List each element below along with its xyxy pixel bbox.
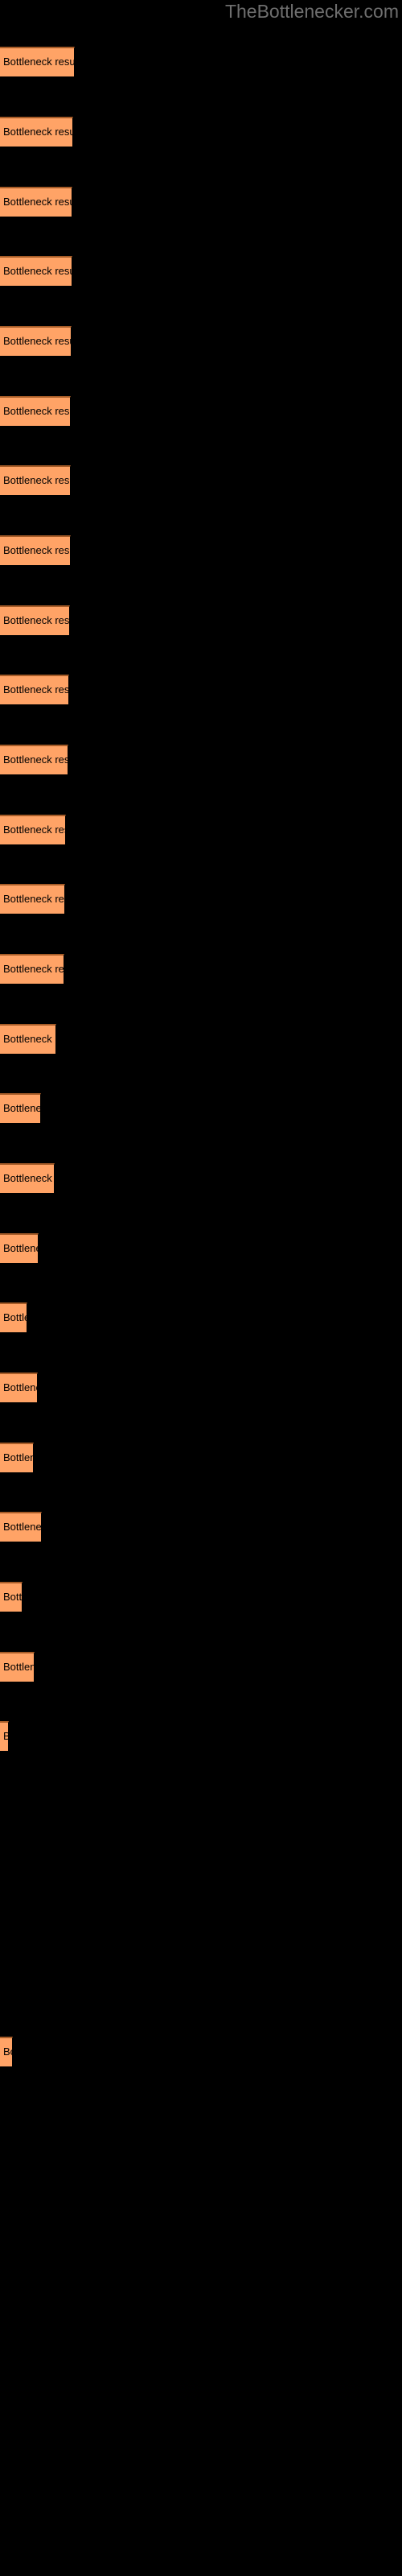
bar-row[interactable]: Bottleneck result	[0, 675, 69, 705]
bar-row[interactable]: Bottleneck result	[0, 1721, 9, 1752]
bar-label: Bottleneck result	[3, 684, 69, 696]
bar-row[interactable]: Bottleneck result	[0, 256, 72, 287]
bar-label: Bottleneck result	[3, 475, 71, 486]
bar-label-clip: Bottleneck result	[0, 465, 71, 496]
bar-label-clip: Bottleneck result	[0, 605, 70, 636]
bar-label-clip: Bottleneck result	[0, 2037, 13, 2067]
bar-label-clip: Bottleneck result	[0, 815, 66, 845]
bar-row[interactable]: Bottleneck result	[0, 1652, 35, 1682]
bar-label-clip: Bottleneck result	[0, 1721, 9, 1752]
bar-label-clip: Bottleneck result	[0, 1443, 34, 1473]
bar-label-clip: Bottleneck result	[0, 1652, 35, 1682]
bar-row[interactable]: Bottleneck result	[0, 187, 72, 217]
bar-label: Bottleneck result	[3, 754, 68, 766]
bar-label: Bottleneck result	[3, 1662, 35, 1673]
bar-row[interactable]: Bottleneck result	[0, 535, 71, 566]
bar-label-clip: Bottleneck result	[0, 1163, 55, 1194]
bar-label: Bottleneck result	[3, 1243, 39, 1254]
bar-row[interactable]: Bottleneck result	[0, 815, 66, 845]
bar-row[interactable]: Bottleneck result	[0, 954, 64, 985]
bar-label: Bottleneck result	[3, 1034, 56, 1045]
bar-row[interactable]: Bottleneck result	[0, 1373, 38, 1403]
bar-label-clip: Bottleneck result	[0, 1302, 27, 1333]
bar-row[interactable]: Bottleneck result	[0, 2037, 13, 2067]
bar-label: Bottleneck result	[3, 615, 70, 626]
bar-row[interactable]: Bottleneck result	[0, 1093, 41, 1124]
bar-label-clip: Bottleneck result	[0, 1582, 23, 1612]
bar-label: Bottleneck result	[3, 2046, 13, 2058]
bar-label: Bottleneck result	[3, 196, 72, 208]
bar-row[interactable]: Bottleneck result	[0, 326, 72, 357]
bottleneck-chart-page: TheBottlenecker.com Bottleneck result Bot…	[0, 0, 402, 2576]
bar-label-clip: Bottleneck result	[0, 1233, 39, 1264]
bar-label-clip: Bottleneck result	[0, 396, 71, 427]
bar-row[interactable]: Bottleneck result	[0, 1443, 34, 1473]
bar-label: Bottleneck result	[3, 1382, 38, 1393]
bar-label-clip: Bottleneck result	[0, 535, 71, 566]
bar-label: Bottleneck result	[3, 1103, 41, 1114]
bar-label: Bottleneck result	[3, 126, 73, 138]
bar-label-clip: Bottleneck result	[0, 1373, 38, 1403]
bar-row[interactable]: Bottleneck result	[0, 396, 71, 427]
bar-label-clip: Bottleneck result	[0, 675, 69, 705]
bar-row[interactable]: Bottleneck result	[0, 745, 68, 775]
bar-label-clip: Bottleneck result	[0, 1024, 56, 1055]
bar-label: Bottleneck result	[3, 1452, 34, 1463]
bar-label: Bottleneck result	[3, 545, 71, 556]
bar-row[interactable]: Bottleneck result	[0, 1233, 39, 1264]
bar-row[interactable]: Bottleneck result	[0, 465, 71, 496]
bar-label: Bottleneck result	[3, 56, 75, 68]
bar-row[interactable]: Bottleneck result	[0, 884, 65, 914]
bar-label-clip: Bottleneck result	[0, 954, 64, 985]
bar-label: Bottleneck result	[3, 266, 72, 277]
bar-row[interactable]: Bottleneck result	[0, 47, 75, 77]
bar-label: Bottleneck result	[3, 894, 65, 905]
bar-label: Bottleneck result	[3, 1312, 27, 1323]
bar-label: Bottleneck result	[3, 964, 64, 975]
bar-label-clip: Bottleneck result	[0, 745, 68, 775]
bar-label-clip: Bottleneck result	[0, 884, 65, 914]
bar-row[interactable]: Bottleneck result	[0, 1024, 56, 1055]
bar-row[interactable]: Bottleneck result	[0, 605, 70, 636]
bar-row[interactable]: Bottleneck result	[0, 1512, 42, 1542]
bar-label-clip: Bottleneck result	[0, 47, 75, 77]
bar-label: Bottleneck result	[3, 1173, 55, 1184]
bar-label-clip: Bottleneck result	[0, 1093, 41, 1124]
horizontal-bar-chart: Bottleneck result Bottleneck result Bottle…	[0, 0, 402, 2576]
bar-label-clip: Bottleneck result	[0, 326, 72, 357]
bar-label: Bottleneck result	[3, 406, 71, 417]
bar-label: Bottleneck result	[3, 1731, 9, 1742]
bar-label: Bottleneck result	[3, 824, 66, 836]
bar-label: Bottleneck result	[3, 1521, 42, 1533]
bar-row[interactable]: Bottleneck result	[0, 1582, 23, 1612]
bar-label-clip: Bottleneck result	[0, 1512, 42, 1542]
bar-label-clip: Bottleneck result	[0, 187, 72, 217]
bar-label: Bottleneck result	[3, 336, 72, 347]
bar-row[interactable]: Bottleneck result	[0, 1163, 55, 1194]
bar-label-clip: Bottleneck result	[0, 256, 72, 287]
bar-row[interactable]: Bottleneck result	[0, 117, 73, 147]
bar-label: Bottleneck result	[3, 1591, 23, 1603]
bar-row[interactable]: Bottleneck result	[0, 1302, 27, 1333]
bar-label-clip: Bottleneck result	[0, 117, 73, 147]
